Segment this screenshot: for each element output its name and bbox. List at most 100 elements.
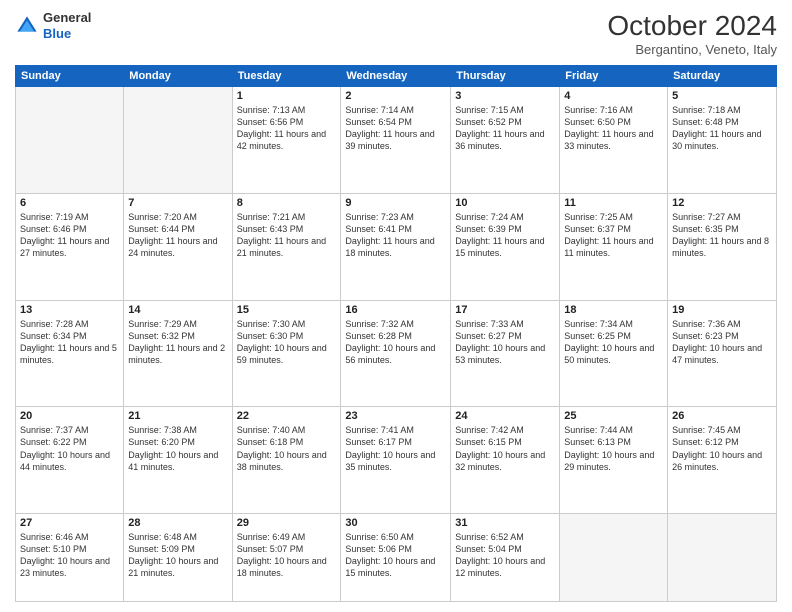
calendar-cell: 18 Sunrise: 7:34 AMSunset: 6:25 PMDayligh…: [560, 300, 668, 407]
logo-text: General Blue: [43, 10, 91, 41]
day-info: Sunrise: 6:50 AMSunset: 5:06 PMDaylight:…: [345, 531, 446, 580]
day-info: Sunrise: 6:49 AMSunset: 5:07 PMDaylight:…: [237, 531, 337, 580]
day-info: Sunrise: 7:25 AMSunset: 6:37 PMDaylight:…: [564, 211, 663, 260]
calendar-cell: 26Sunrise: 7:45 AMSunset: 6:12 PMDayligh…: [668, 407, 777, 514]
calendar-cell: 17Sunrise: 7:33 AMSunset: 6:27 PMDayligh…: [451, 300, 560, 407]
day-number: 1: [237, 90, 337, 102]
day-info: Sunrise: 7:21 AMSunset: 6:43 PMDaylight:…: [237, 211, 337, 260]
calendar-cell: 8Sunrise: 7:21 AMSunset: 6:43 PMDaylight…: [232, 193, 341, 300]
day-number: 20: [20, 410, 119, 422]
day-number: 2: [345, 90, 446, 102]
calendar-cell: [668, 514, 777, 602]
calendar-cell: 10 Sunrise: 7:24 AMSunset: 6:39 PMDayligh…: [451, 193, 560, 300]
header-friday: Friday: [560, 66, 668, 87]
day-info: Sunrise: 7:36 AMSunset: 6:23 PMDaylight:…: [672, 318, 772, 367]
calendar-cell: [16, 87, 124, 194]
day-number: 29: [237, 517, 337, 529]
day-info: Sunrise: 6:46 AMSunset: 5:10 PMDaylight:…: [20, 531, 119, 580]
header-wednesday: Wednesday: [341, 66, 451, 87]
day-number: 14: [128, 304, 227, 316]
day-number: 23: [345, 410, 446, 422]
day-info: Sunrise: 7:16 AMSunset: 6:50 PMDaylight:…: [564, 104, 663, 153]
day-number: 30: [345, 517, 446, 529]
day-number: 15: [237, 304, 337, 316]
calendar-cell: 9 Sunrise: 7:23 AMSunset: 6:41 PMDaylight…: [341, 193, 451, 300]
day-info: Sunrise: 7:27 AMSunset: 6:35 PMDaylight:…: [672, 211, 772, 260]
day-number: 24: [455, 410, 555, 422]
day-number: 31: [455, 517, 555, 529]
day-info: Sunrise: 7:19 AMSunset: 6:46 PMDaylight:…: [20, 211, 119, 260]
calendar-header-row: Sunday Monday Tuesday Wednesday Thursday…: [16, 66, 777, 87]
day-info: Sunrise: 6:52 AMSunset: 5:04 PMDaylight:…: [455, 531, 555, 580]
header-tuesday: Tuesday: [232, 66, 341, 87]
day-info: Sunrise: 6:48 AMSunset: 5:09 PMDaylight:…: [128, 531, 227, 580]
calendar-cell: 3Sunrise: 7:15 AMSunset: 6:52 PMDaylight…: [451, 87, 560, 194]
day-info: Sunrise: 7:15 AMSunset: 6:52 PMDaylight:…: [455, 104, 555, 153]
day-number: 17: [455, 304, 555, 316]
calendar-cell: 25 Sunrise: 7:44 AMSunset: 6:13 PMDayligh…: [560, 407, 668, 514]
calendar-cell: 20 Sunrise: 7:37 AMSunset: 6:22 PMDayligh…: [16, 407, 124, 514]
calendar-cell: 27 Sunrise: 6:46 AMSunset: 5:10 PMDayligh…: [16, 514, 124, 602]
day-number: 13: [20, 304, 119, 316]
day-info: Sunrise: 7:18 AMSunset: 6:48 PMDaylight:…: [672, 104, 772, 153]
day-info: Sunrise: 7:24 AMSunset: 6:39 PMDaylight:…: [455, 211, 555, 260]
calendar-cell: 13Sunrise: 7:28 AMSunset: 6:34 PMDayligh…: [16, 300, 124, 407]
calendar-cell: 29 Sunrise: 6:49 AMSunset: 5:07 PMDayligh…: [232, 514, 341, 602]
day-number: 19: [672, 304, 772, 316]
day-info: Sunrise: 7:30 AMSunset: 6:30 PMDaylight:…: [237, 318, 337, 367]
day-info: Sunrise: 7:44 AMSunset: 6:13 PMDaylight:…: [564, 424, 663, 473]
header-saturday: Saturday: [668, 66, 777, 87]
header-monday: Monday: [124, 66, 232, 87]
day-number: 28: [128, 517, 227, 529]
day-info: Sunrise: 7:34 AMSunset: 6:25 PMDaylight:…: [564, 318, 663, 367]
day-number: 6: [20, 197, 119, 209]
calendar-cell: 24Sunrise: 7:42 AMSunset: 6:15 PMDayligh…: [451, 407, 560, 514]
logo-blue: Blue: [43, 26, 91, 42]
day-number: 21: [128, 410, 227, 422]
calendar-table: Sunday Monday Tuesday Wednesday Thursday…: [15, 65, 777, 602]
day-number: 16: [345, 304, 446, 316]
calendar-cell: 4 Sunrise: 7:16 AMSunset: 6:50 PMDaylight…: [560, 87, 668, 194]
day-number: 22: [237, 410, 337, 422]
day-info: Sunrise: 7:40 AMSunset: 6:18 PMDaylight:…: [237, 424, 337, 473]
calendar-cell: 23Sunrise: 7:41 AMSunset: 6:17 PMDayligh…: [341, 407, 451, 514]
day-info: Sunrise: 7:20 AMSunset: 6:44 PMDaylight:…: [128, 211, 227, 260]
day-info: Sunrise: 7:13 AMSunset: 6:56 PMDaylight:…: [237, 104, 337, 153]
day-number: 10: [455, 197, 555, 209]
day-number: 27: [20, 517, 119, 529]
calendar-cell: 15 Sunrise: 7:30 AMSunset: 6:30 PMDayligh…: [232, 300, 341, 407]
day-number: 18: [564, 304, 663, 316]
header-thursday: Thursday: [451, 66, 560, 87]
calendar-cell: 6 Sunrise: 7:19 AMSunset: 6:46 PMDaylight…: [16, 193, 124, 300]
calendar-cell: 19 Sunrise: 7:36 AMSunset: 6:23 PMDayligh…: [668, 300, 777, 407]
header: General Blue October 2024 Bergantino, Ve…: [15, 10, 777, 57]
calendar-cell: 16 Sunrise: 7:32 AMSunset: 6:28 PMDayligh…: [341, 300, 451, 407]
day-info: Sunrise: 7:32 AMSunset: 6:28 PMDaylight:…: [345, 318, 446, 367]
day-info: Sunrise: 7:38 AMSunset: 6:20 PMDaylight:…: [128, 424, 227, 473]
day-number: 11: [564, 197, 663, 209]
day-number: 26: [672, 410, 772, 422]
calendar-cell: 30 Sunrise: 6:50 AMSunset: 5:06 PMDayligh…: [341, 514, 451, 602]
calendar-cell: [560, 514, 668, 602]
day-info: Sunrise: 7:29 AMSunset: 6:32 PMDaylight:…: [128, 318, 227, 367]
logo-icon: [15, 14, 39, 38]
calendar-cell: 1 Sunrise: 7:13 AMSunset: 6:56 PMDaylight…: [232, 87, 341, 194]
calendar-cell: 2 Sunrise: 7:14 AMSunset: 6:54 PMDaylight…: [341, 87, 451, 194]
calendar-cell: 22 Sunrise: 7:40 AMSunset: 6:18 PMDayligh…: [232, 407, 341, 514]
calendar-cell: 31 Sunrise: 6:52 AMSunset: 5:04 PMDayligh…: [451, 514, 560, 602]
day-number: 12: [672, 197, 772, 209]
calendar-cell: 11 Sunrise: 7:25 AMSunset: 6:37 PMDayligh…: [560, 193, 668, 300]
day-number: 9: [345, 197, 446, 209]
calendar-cell: 12 Sunrise: 7:27 AMSunset: 6:35 PMDayligh…: [668, 193, 777, 300]
location: Bergantino, Veneto, Italy: [607, 42, 777, 57]
day-info: Sunrise: 7:37 AMSunset: 6:22 PMDaylight:…: [20, 424, 119, 473]
day-info: Sunrise: 7:14 AMSunset: 6:54 PMDaylight:…: [345, 104, 446, 153]
header-sunday: Sunday: [16, 66, 124, 87]
day-info: Sunrise: 7:23 AMSunset: 6:41 PMDaylight:…: [345, 211, 446, 260]
title-block: October 2024 Bergantino, Veneto, Italy: [607, 10, 777, 57]
day-number: 7: [128, 197, 227, 209]
page: General Blue October 2024 Bergantino, Ve…: [0, 0, 792, 612]
day-number: 25: [564, 410, 663, 422]
calendar-cell: 28 Sunrise: 6:48 AMSunset: 5:09 PMDayligh…: [124, 514, 232, 602]
day-number: 4: [564, 90, 663, 102]
